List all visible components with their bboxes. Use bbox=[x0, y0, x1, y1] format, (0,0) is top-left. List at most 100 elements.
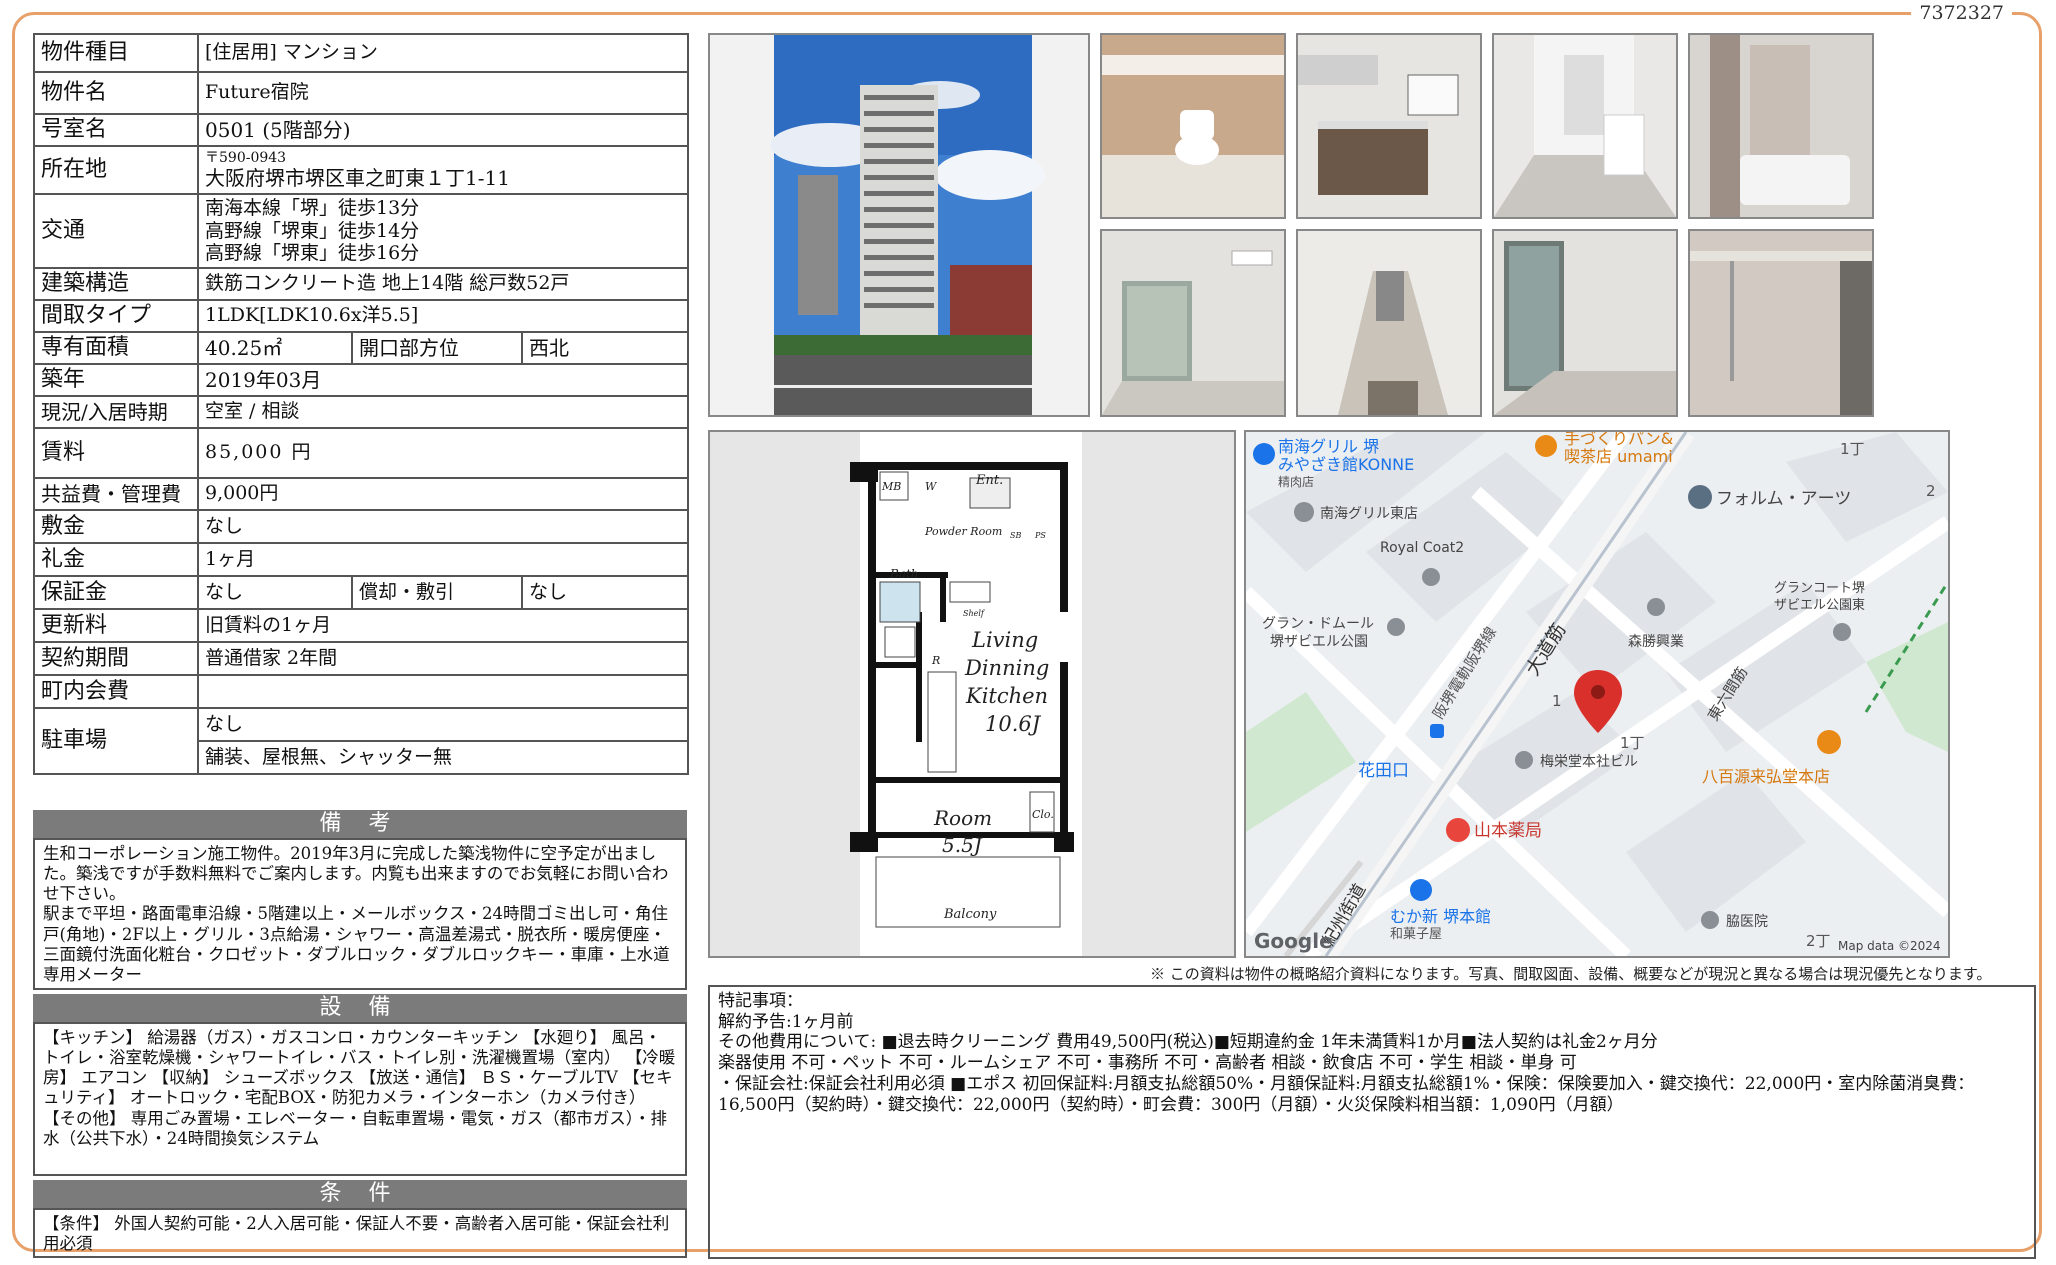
label-orientation: 開口部方位 bbox=[351, 331, 523, 365]
row-built: 築年 2019年03月 bbox=[33, 363, 690, 397]
value-area: 40.25㎡ bbox=[197, 331, 353, 365]
map-label: 精肉店 bbox=[1278, 475, 1314, 489]
value-guarantee: なし bbox=[197, 575, 353, 610]
map-label: 南海グリル東店 bbox=[1320, 506, 1418, 522]
fp-label-ps: PS bbox=[1034, 531, 1046, 540]
fp-label-room-size: 5.5J bbox=[942, 833, 983, 857]
map-label: グランコート堺 bbox=[1774, 581, 1865, 596]
map-label: 花田口 bbox=[1358, 761, 1409, 781]
map-attribution: Map data ©2024 bbox=[1838, 939, 1941, 953]
fp-label-room: Room bbox=[933, 806, 992, 830]
map-label: 山本薬局 bbox=[1474, 821, 1542, 841]
row-contract: 契約期間 普通借家 2年間 bbox=[33, 641, 690, 676]
row-parking: 駐車場 なし bbox=[33, 707, 690, 775]
document-id: 7372327 bbox=[1911, 2, 2012, 24]
value-parking: なし bbox=[196, 707, 690, 742]
conditions-header: 条 件 bbox=[33, 1180, 687, 1208]
fp-label-powder: Powder Room bbox=[924, 525, 1002, 538]
remarks-features: 駅まで平坦・路面電車沿線・5階建以上・メールボックス・24時間ゴミ出し可・角住戸… bbox=[43, 904, 670, 984]
hallway-photo bbox=[1296, 229, 1482, 417]
map-label: 堺ザビエル公園 bbox=[1270, 634, 1368, 650]
fp-label-bath: Bath bbox=[889, 567, 919, 581]
balcony-door-photo bbox=[1492, 229, 1678, 417]
fp-label-mb: MB bbox=[881, 480, 901, 493]
bathroom-photo bbox=[1688, 33, 1874, 219]
pharmacy-pin bbox=[1446, 818, 1470, 842]
label-area: 専有面積 bbox=[33, 331, 199, 365]
value-structure: 鉄筋コンクリート造 地上14階 総戸数52戸 bbox=[196, 267, 690, 301]
map-label: フォルム・アーツ bbox=[1716, 489, 1851, 509]
value-orientation: 西北 bbox=[520, 331, 690, 365]
value-status: 空室 / 相談 bbox=[196, 395, 690, 429]
map-label: ザビエル公園東 bbox=[1774, 597, 1865, 613]
property-table: 物件種目 [住居用] マンション 物件名 Future宿院 号室名 0501 (… bbox=[33, 33, 690, 775]
row-rent: 賃料 85,000 円 bbox=[33, 427, 690, 479]
label-contract: 契約期間 bbox=[33, 641, 199, 676]
row-town-fee: 町内会費 bbox=[33, 674, 690, 709]
special-line: その他費用について: ■退去時クリーニング 費用49,500円(税込)■短期違約… bbox=[718, 1032, 1658, 1053]
row-room: 号室名 0501 (5階部分) bbox=[33, 113, 690, 147]
remarks-text: 生和コーポレーション施工物件。2019年3月に完成した築浅物件に空予定が出ました… bbox=[43, 844, 669, 904]
row-type: 物件種目 [住居用] マンション bbox=[33, 33, 690, 73]
location-map[interactable]: 南海グリル 堺 みやざき館KONNE 精肉店 手づくりパン& 喫茶店 umami… bbox=[1244, 430, 1950, 958]
living-room-photo bbox=[1492, 33, 1678, 219]
value-contract: 普通借家 2年間 bbox=[196, 641, 690, 676]
map-label: 1丁 bbox=[1620, 734, 1645, 752]
form-arts-pin bbox=[1688, 485, 1712, 509]
room-window-photo bbox=[1100, 229, 1286, 417]
building-exterior-photo bbox=[708, 33, 1090, 417]
kitchen-photo bbox=[1296, 33, 1482, 219]
map-label: 八百源来弘堂本店 bbox=[1702, 767, 1830, 786]
value-type: [住居用] マンション bbox=[196, 33, 690, 73]
access-line: 南海本線「堺」徒歩13分 bbox=[205, 196, 420, 219]
row-structure: 建築構造 鉄筋コンクリート造 地上14階 総戸数52戸 bbox=[33, 267, 690, 301]
equipment-body: 【キッチン】 給湯器（ガス）・ガスコンロ・カウンターキッチン 【水廻り】 風呂・… bbox=[33, 1022, 687, 1176]
disclaimer-note: ※ この資料は物件の概略紹介資料になります。写真、間取図面、設備、概要などが現況… bbox=[1150, 965, 1992, 983]
google-logo: Google bbox=[1254, 929, 1333, 953]
label-amortization: 償却・敷引 bbox=[351, 575, 523, 610]
fp-label-ent: Ent. bbox=[975, 473, 1003, 488]
map-label: 梅栄堂本社ビル bbox=[1540, 754, 1638, 770]
label-fee: 共益費・管理費 bbox=[33, 477, 199, 511]
row-guarantee: 保証金 なし 償却・敷引 なし bbox=[33, 575, 690, 610]
label-key-money: 礼金 bbox=[33, 542, 199, 577]
value-fee: 9,000円 bbox=[196, 477, 690, 511]
shower-photo bbox=[1688, 229, 1874, 417]
conditions-body: 【条件】 外国人契約可能・2人入居可能・保証人不要・高齢者入居可能・保証会社利用… bbox=[33, 1208, 687, 1258]
map-label: 2 bbox=[1926, 482, 1936, 500]
label-parking: 駐車場 bbox=[33, 707, 199, 775]
special-line: 解約予告:1ヶ月前 bbox=[718, 1011, 854, 1032]
remarks-header: 備 考 bbox=[33, 810, 687, 838]
label-guarantee: 保証金 bbox=[33, 575, 199, 610]
train-station-icon bbox=[1430, 724, 1444, 738]
map-label: みやざき館KONNE bbox=[1278, 455, 1414, 474]
fp-label-r: R bbox=[931, 654, 940, 667]
value-parking-detail: 舗装、屋根無、シャッター無 bbox=[196, 740, 690, 775]
fp-label-sb: SB bbox=[1010, 531, 1021, 540]
label-deposit: 敷金 bbox=[33, 509, 199, 544]
label-structure: 建築構造 bbox=[33, 267, 199, 301]
toilet-photo bbox=[1100, 33, 1286, 219]
fp-label-ldk-size: 10.6J bbox=[985, 712, 1042, 736]
row-key-money: 礼金 1ヶ月 bbox=[33, 542, 690, 577]
map-label: Royal Coat2 bbox=[1380, 540, 1464, 556]
fp-label-kitchen: Kitchen bbox=[965, 684, 1048, 708]
access-line: 高野線「堺東」徒歩14分 bbox=[205, 219, 420, 242]
floor-plan: MB W Ent. Powder Room SB PS Bath Shelf R… bbox=[708, 430, 1236, 958]
special-title: 特記事項： bbox=[718, 991, 803, 1011]
label-built: 築年 bbox=[33, 363, 199, 397]
restaurant-pin-blue bbox=[1253, 443, 1275, 465]
bakery-pin bbox=[1535, 435, 1557, 457]
equipment-header: 設 備 bbox=[33, 994, 687, 1022]
fp-label-balcony: Balcony bbox=[943, 907, 997, 922]
row-deposit: 敷金 なし bbox=[33, 509, 690, 544]
equipment-text: 【キッチン】 給湯器（ガス）・ガスコンロ・カウンターキッチン 【水廻り】 風呂・… bbox=[43, 1028, 676, 1148]
access-line: 高野線「堺東」徒歩16分 bbox=[205, 242, 420, 265]
row-access: 交通 南海本線「堺」徒歩13分 高野線「堺東」徒歩14分 高野線「堺東」徒歩16… bbox=[33, 193, 690, 269]
wagashi-pin bbox=[1410, 879, 1432, 901]
row-layout: 間取タイプ 1LDK[LDK10.6x洋5.5] bbox=[33, 299, 690, 333]
row-name: 物件名 Future宿院 bbox=[33, 71, 690, 115]
label-address: 所在地 bbox=[33, 145, 199, 195]
label-room: 号室名 bbox=[33, 113, 199, 147]
value-amortization: なし bbox=[520, 575, 690, 610]
